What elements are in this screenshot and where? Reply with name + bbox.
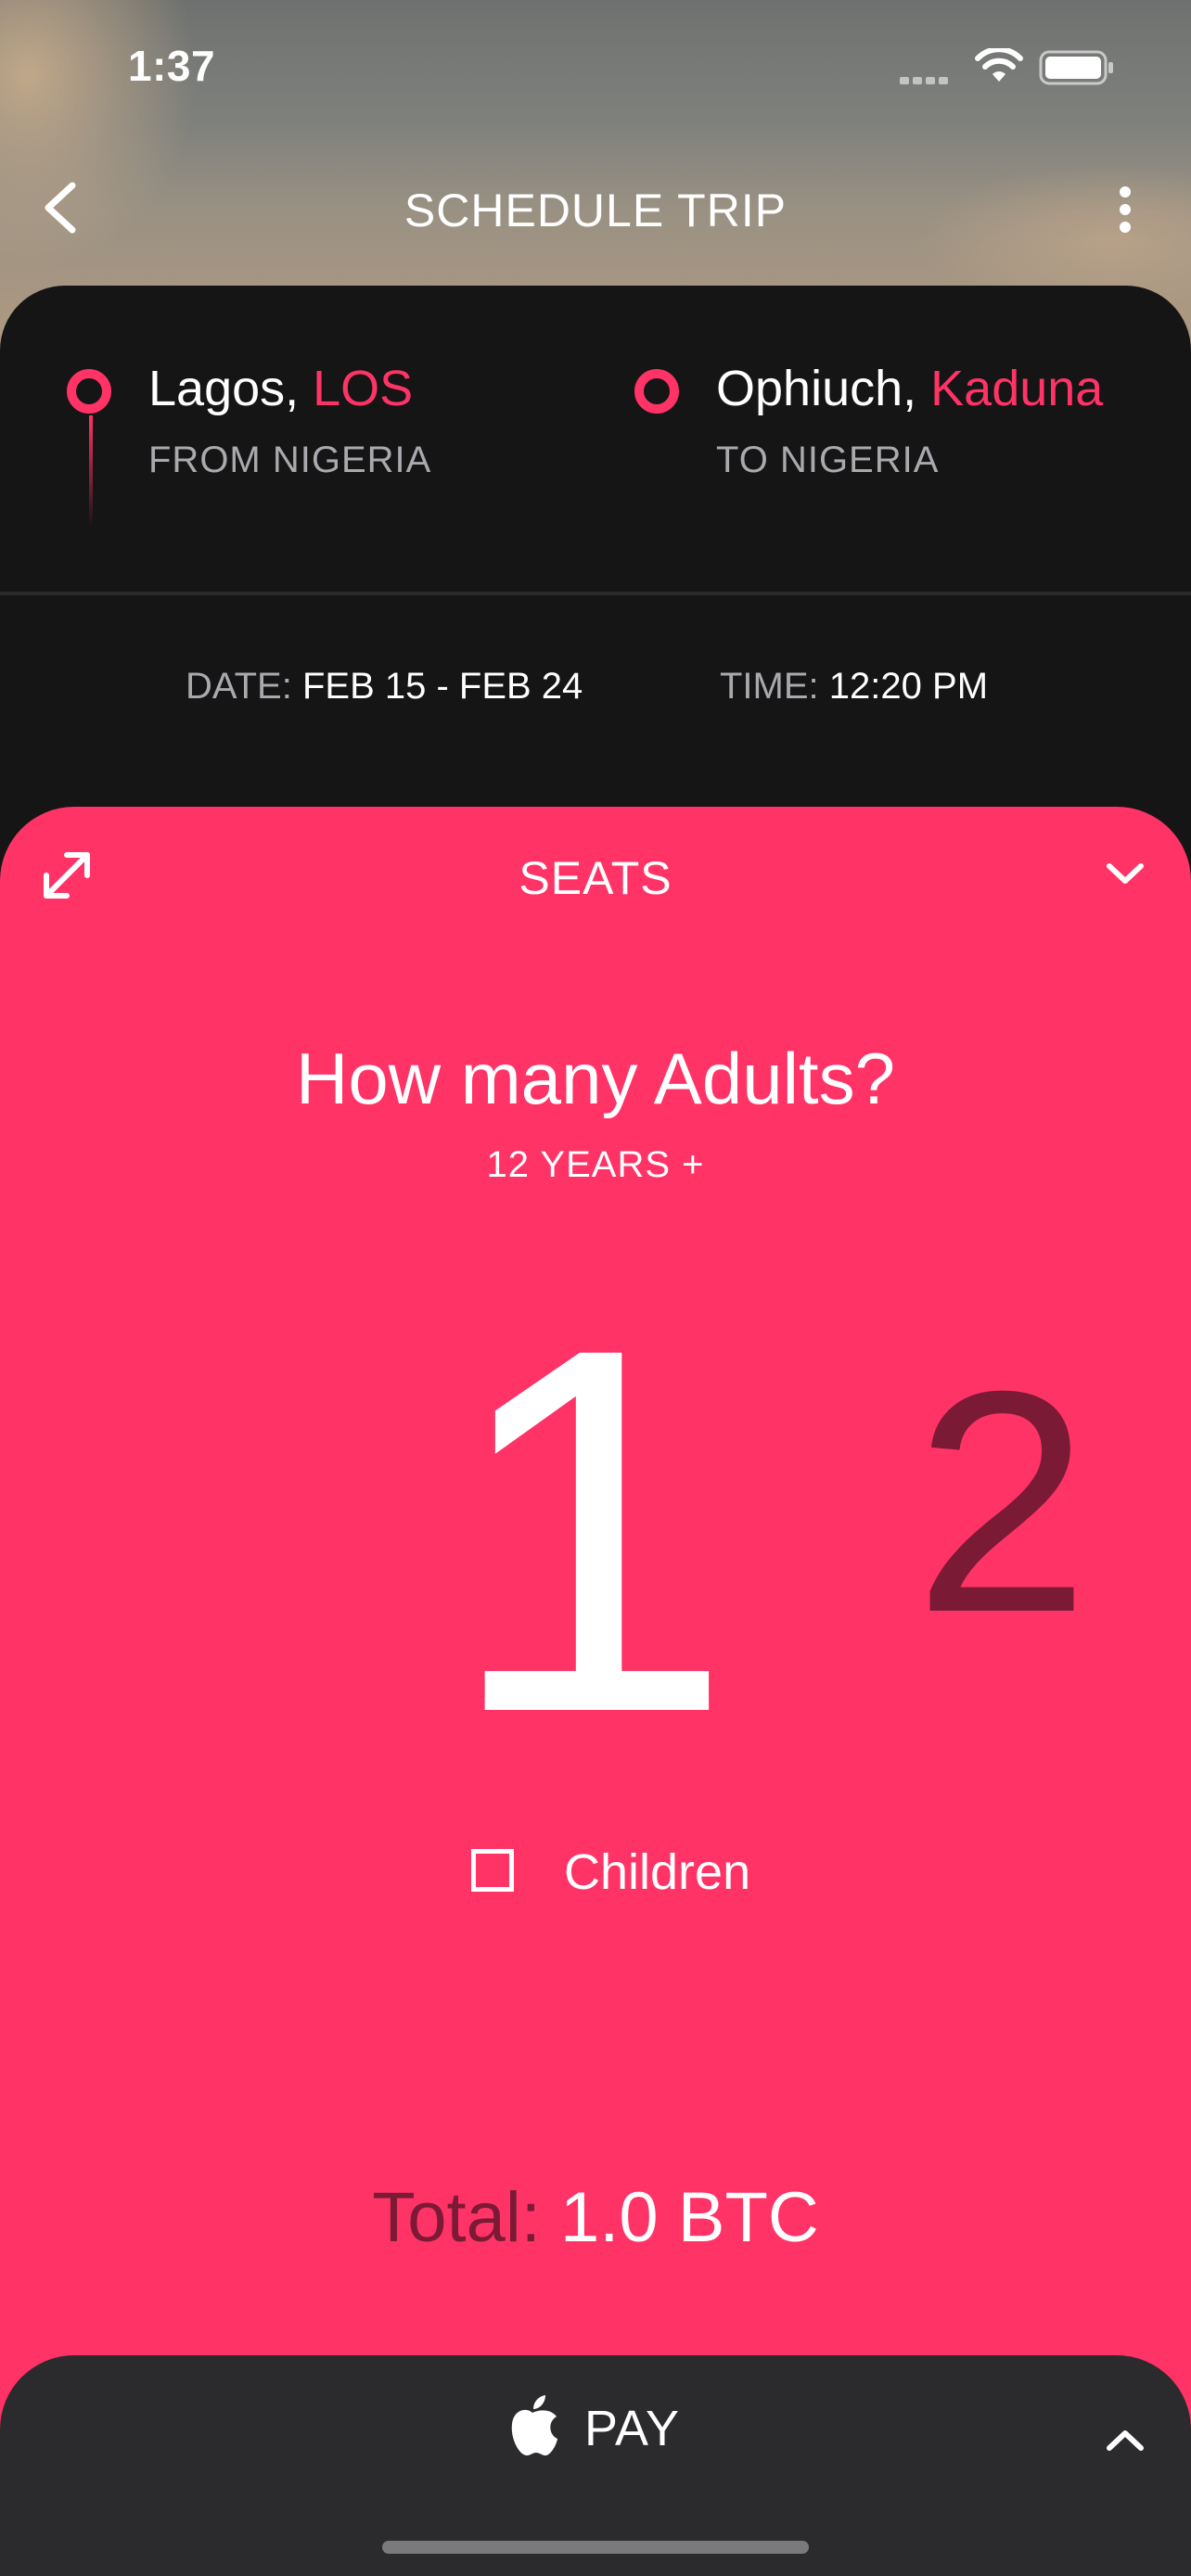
- destination-country: TO NIGERIA: [716, 440, 940, 480]
- chevron-down-icon[interactable]: [1104, 861, 1146, 888]
- pay-label: PAY: [584, 2401, 681, 2456]
- origin-city-code: LOS: [313, 361, 414, 416]
- status-bar: 1:37: [0, 0, 1191, 139]
- chevron-up-icon[interactable]: [1104, 2426, 1146, 2454]
- destination-city-code: Kaduna: [930, 361, 1104, 416]
- navigation-bar: SCHEDULE TRIP: [0, 167, 1191, 250]
- seats-card: SEATS How many Adults? 12 YEARS + 1 2 Ch…: [0, 807, 1191, 2439]
- adults-question: How many Adults?: [296, 1038, 895, 1119]
- date-value: FEB 15 - FEB 24: [301, 666, 583, 707]
- total-value: 1.0 BTC: [560, 2178, 819, 2257]
- children-label: Children: [564, 1844, 751, 1900]
- date-info[interactable]: DATE: FEB 15 - FEB 24: [186, 666, 583, 708]
- destination-dot-icon: [634, 369, 679, 414]
- battery-icon: [1039, 50, 1113, 85]
- cellular-signal-icon: [900, 72, 955, 84]
- origin-city: Lagos, LOS: [148, 360, 413, 417]
- more-vertical-icon[interactable]: [1104, 180, 1146, 245]
- adult-count-selected[interactable]: 1: [445, 1270, 734, 1790]
- children-checkbox[interactable]: [471, 1849, 514, 1892]
- wifi-icon: [975, 48, 1023, 82]
- destination-city: Ophiuch, Kaduna: [716, 360, 1103, 417]
- home-indicator[interactable]: [382, 2541, 809, 2554]
- seats-title: SEATS: [519, 852, 672, 904]
- date-label: DATE:: [186, 666, 292, 707]
- total-price: Total: 1.0 BTC: [0, 2177, 1191, 2258]
- total-label: Total:: [372, 2178, 541, 2257]
- adult-count-next-option[interactable]: 2: [881, 1345, 1122, 1660]
- age-note: 12 YEARS +: [486, 1144, 705, 1185]
- page-title: SCHEDULE TRIP: [403, 185, 788, 236]
- time-value: 12:20 PM: [828, 666, 989, 707]
- origin-pin-line: [89, 415, 93, 527]
- origin-pin-icon: [67, 369, 111, 414]
- status-time: 1:37: [128, 42, 216, 90]
- origin-city-name: Lagos,: [148, 361, 314, 416]
- apple-icon: [511, 2395, 557, 2455]
- origin-country: FROM NIGERIA: [148, 440, 432, 480]
- time-label: TIME:: [720, 666, 819, 707]
- time-info[interactable]: TIME: 12:20 PM: [720, 666, 988, 708]
- destination-city-name: Ophiuch,: [716, 361, 931, 416]
- divider: [0, 592, 1191, 595]
